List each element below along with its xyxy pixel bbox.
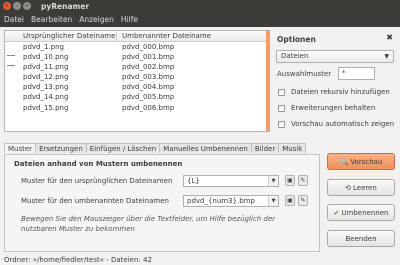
original-name-cell bbox=[5, 113, 117, 123]
table-row[interactable]: pdvd_13.png pdvd_004.bmp bbox=[5, 82, 269, 92]
tab-musik[interactable]: Musik bbox=[278, 143, 307, 153]
table-row[interactable]: pdvd_15.png pdvd_006.bmp bbox=[5, 103, 269, 113]
menu-anzeigen[interactable]: Anzeigen bbox=[79, 15, 114, 24]
quit-label: Beenden bbox=[345, 234, 377, 243]
checkbox-box[interactable] bbox=[278, 88, 285, 96]
clear-button[interactable]: ⟲ Leeren bbox=[327, 179, 395, 196]
checkmark-icon: ✔ bbox=[333, 208, 340, 217]
table-row[interactable]: pdvd_14.png pdvd_005.bmp bbox=[5, 92, 269, 102]
title-bar: × – + pyRenamer bbox=[0, 0, 400, 12]
muster-panel: Dateien anhand von Mustern umbenennen Mu… bbox=[4, 154, 320, 252]
original-name-cell: pdvd_12.png bbox=[23, 73, 69, 82]
rename-label: Umbenennen bbox=[341, 208, 389, 217]
renamed-name-cell: pdvd_002.bmp bbox=[122, 63, 175, 72]
renamed-name-cell bbox=[117, 113, 269, 123]
preview-button[interactable]: 🔍 Vorschau bbox=[327, 153, 395, 170]
window-maximize-button[interactable]: + bbox=[23, 2, 31, 10]
original-name-cell bbox=[5, 123, 117, 131]
renamed-name-cell bbox=[117, 123, 269, 131]
original-name-cell: pdvd_11.png bbox=[23, 63, 69, 72]
list-scrollbar[interactable] bbox=[266, 31, 269, 131]
chevron-down-icon: ▼ bbox=[384, 53, 389, 60]
orig-pattern-input[interactable]: {L} ▼ bbox=[183, 175, 279, 187]
status-bar: Ordner: »/home/fiedler/test« - Dateien: … bbox=[4, 256, 152, 264]
window-close-button[interactable]: × bbox=[3, 2, 11, 10]
tab-einfuegen-loeschen[interactable]: Einfügen / Löschen bbox=[85, 143, 161, 153]
tab-muster[interactable]: Muster bbox=[4, 143, 37, 153]
keep-extensions-label: Erweiterungen behalten bbox=[291, 104, 376, 112]
menu-hilfe[interactable]: Hilfe bbox=[121, 15, 138, 24]
renamed-name-cell: pdvd_004.bmp bbox=[122, 83, 175, 92]
clear-icon: ⟲ bbox=[345, 183, 351, 192]
checkbox-box[interactable] bbox=[278, 120, 285, 128]
pattern-hint: Bewegen Sie den Mauszeiger über die Text… bbox=[21, 215, 276, 233]
renamed-pattern-value: pdvd_{num3}.bmp bbox=[187, 197, 255, 205]
original-name-cell: pdvd_14.png bbox=[23, 93, 69, 102]
tab-bilder[interactable]: Bilder bbox=[250, 143, 280, 153]
table-row[interactable] bbox=[5, 123, 269, 131]
mode-select-value: Dateien bbox=[281, 52, 309, 60]
close-icon[interactable]: ✖ bbox=[386, 33, 393, 42]
menu-bearbeiten[interactable]: Bearbeiten bbox=[31, 15, 72, 24]
original-name-cell: pdvd_13.png bbox=[23, 83, 69, 92]
table-row[interactable]: pdvd_10.png pdvd_001.bmp bbox=[5, 52, 269, 62]
original-name-cell: pdvd_1.png bbox=[23, 43, 64, 51]
renamed-name-cell: pdvd_001.bmp bbox=[122, 53, 175, 62]
renamed-name-cell: pdvd_005.bmp bbox=[122, 93, 175, 102]
file-list-header: Ursprünglicher Dateiname Umbenannter Dat… bbox=[5, 31, 269, 42]
renamed-name-cell: pdvd_006.bmp bbox=[122, 103, 175, 112]
edit-pattern-icon[interactable]: ✎ bbox=[298, 195, 308, 206]
clear-label: Leeren bbox=[353, 183, 377, 192]
options-title: Optionen bbox=[277, 35, 316, 44]
column-header-renamed[interactable]: Umbenannter Dateiname bbox=[117, 31, 269, 41]
recursive-label: Dateien rekursiv hinzufügen bbox=[291, 88, 390, 96]
save-pattern-icon[interactable]: ▣ bbox=[285, 175, 295, 186]
edit-pattern-icon[interactable]: ✎ bbox=[298, 175, 308, 186]
table-row[interactable]: pdvd_1.png pdvd_000.bmp bbox=[5, 42, 269, 52]
auswahl-input[interactable]: * bbox=[338, 67, 375, 80]
chevron-down-icon[interactable]: ▼ bbox=[268, 196, 278, 206]
keep-extensions-checkbox[interactable]: Erweiterungen behalten bbox=[278, 104, 375, 112]
save-pattern-icon[interactable]: ▣ bbox=[285, 195, 295, 206]
recursive-checkbox[interactable]: Dateien rekursiv hinzufügen bbox=[278, 88, 390, 96]
chevron-down-icon[interactable]: ▼ bbox=[268, 176, 278, 186]
auto-preview-checkbox[interactable]: Vorschau automatisch zeigen bbox=[278, 120, 394, 128]
checkbox-box[interactable] bbox=[278, 104, 285, 112]
column-header-original[interactable]: Ursprünglicher Dateiname bbox=[5, 31, 117, 41]
renamed-pattern-label: Muster für den umbenannten Dateinamen bbox=[21, 197, 169, 205]
orig-pattern-value: {L} bbox=[187, 177, 200, 185]
options-panel: Optionen ✖ Dateien ▼ Auswahlmuster * Dat… bbox=[274, 30, 396, 132]
tab-manuelles-umbenennen[interactable]: Manuelles Umbenennen bbox=[159, 143, 252, 153]
original-name-cell: pdvd_10.png bbox=[23, 53, 69, 62]
renamed-name-cell: pdvd_000.bmp bbox=[122, 43, 175, 51]
renamed-pattern-input[interactable]: pdvd_{num3}.bmp ▼ bbox=[183, 195, 279, 207]
auswahl-label: Auswahlmuster bbox=[277, 70, 332, 78]
menu-bar: Datei Bearbeiten Anzeigen Hilfe bbox=[0, 12, 400, 27]
magnifier-icon: 🔍 bbox=[339, 157, 349, 166]
table-row[interactable]: pdvd_12.png pdvd_003.bmp bbox=[5, 72, 269, 82]
tab-bar: Muster Ersetzungen Einfügen / Löschen Ma… bbox=[4, 143, 307, 153]
tab-ersetzungen[interactable]: Ersetzungen bbox=[35, 143, 87, 153]
window-minimize-button[interactable]: – bbox=[13, 2, 21, 10]
original-name-cell: pdvd_15.png bbox=[23, 103, 69, 112]
mode-select[interactable]: Dateien ▼ bbox=[276, 50, 394, 63]
quit-button[interactable]: Beenden bbox=[327, 230, 395, 247]
preview-label: Vorschau bbox=[350, 157, 383, 166]
auto-preview-label: Vorschau automatisch zeigen bbox=[291, 120, 395, 128]
table-row[interactable]: pdvd_11.png pdvd_002.bmp bbox=[5, 62, 269, 72]
menu-datei[interactable]: Datei bbox=[4, 15, 24, 24]
renamed-name-cell: pdvd_003.bmp bbox=[122, 73, 175, 82]
rename-button[interactable]: ✔ Umbenennen bbox=[327, 204, 395, 221]
window-title: pyRenamer bbox=[41, 1, 90, 11]
file-list[interactable]: Ursprünglicher Dateiname Umbenannter Dat… bbox=[4, 30, 270, 132]
muster-heading: Dateien anhand von Mustern umbenennen bbox=[14, 160, 183, 168]
table-row[interactable] bbox=[5, 113, 269, 123]
orig-pattern-label: Muster für den ursprünglichen Dateinamen bbox=[21, 177, 173, 185]
